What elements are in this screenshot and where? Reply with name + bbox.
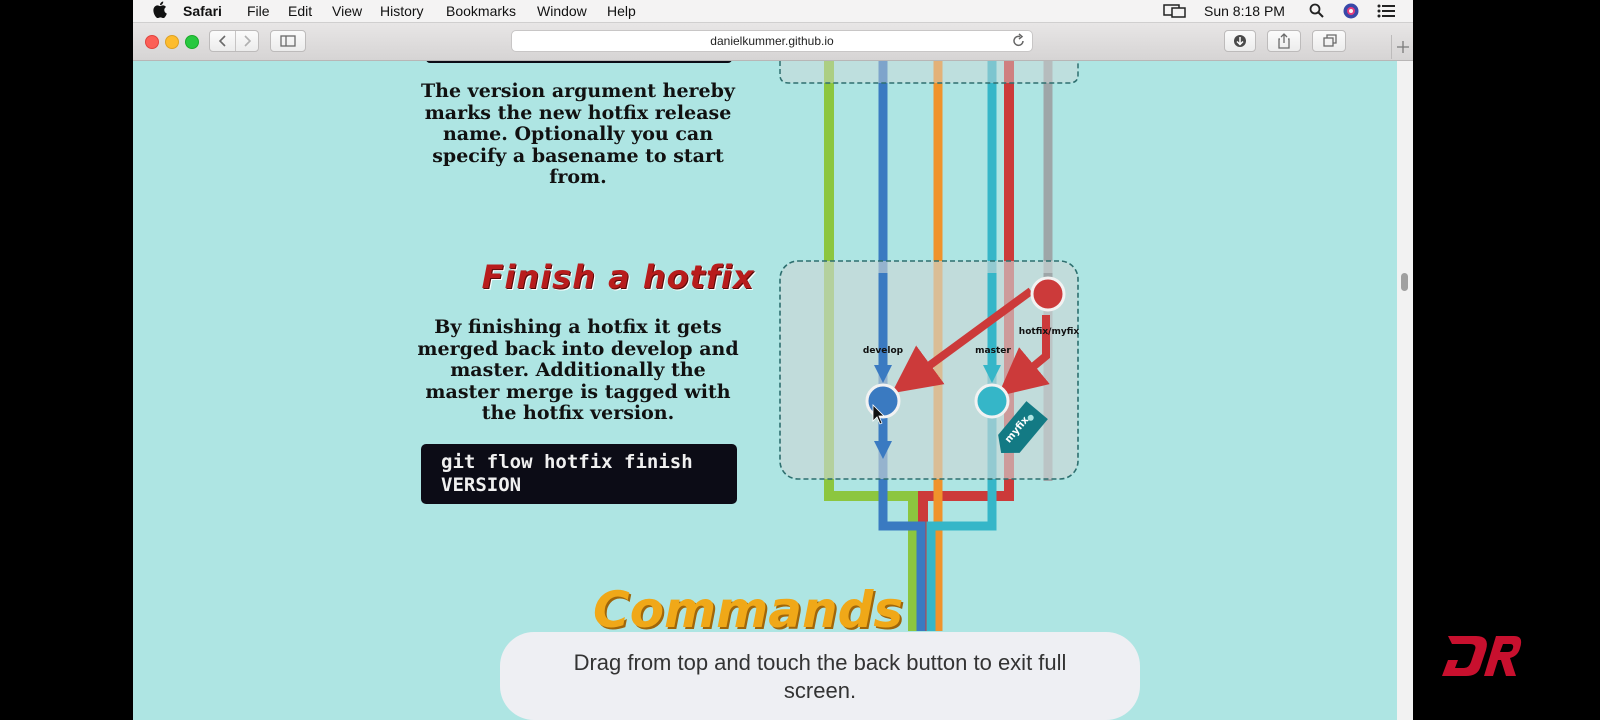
address-url: danielkummer.github.io xyxy=(710,34,834,48)
para-line: specify a basename to start xyxy=(432,144,724,167)
download-icon xyxy=(1234,35,1246,47)
previous-code-box-edge xyxy=(426,61,732,63)
para-line: merged back into develop and xyxy=(417,337,739,360)
menu-file[interactable]: File xyxy=(247,3,270,19)
sidebar-toggle-button[interactable] xyxy=(270,30,306,52)
airplay-display-icon[interactable] xyxy=(1163,4,1187,22)
hotfix-commit-node xyxy=(1030,276,1066,312)
develop-merge-node xyxy=(865,383,901,419)
back-forward-group xyxy=(209,30,259,52)
zoom-window-button[interactable] xyxy=(185,35,199,49)
master-merge-node xyxy=(974,383,1010,419)
back-button[interactable] xyxy=(210,31,236,51)
menu-clock[interactable]: Sun 8:18 PM xyxy=(1204,3,1285,19)
dr-watermark-logo xyxy=(1442,636,1522,676)
para-line: from. xyxy=(549,166,607,188)
code-line: VERSION xyxy=(441,474,522,496)
hotfix-label: hotfix/myfix xyxy=(1019,327,1080,337)
menu-help[interactable]: Help xyxy=(607,3,636,19)
minimize-window-button[interactable] xyxy=(165,35,179,49)
spotlight-search-icon[interactable] xyxy=(1309,3,1324,21)
notification-center-icon[interactable] xyxy=(1377,4,1395,21)
menu-history[interactable]: History xyxy=(380,3,424,19)
para-line: The version argument hereby xyxy=(421,80,735,102)
new-tab-button[interactable] xyxy=(1391,35,1413,59)
menu-view[interactable]: View xyxy=(332,3,362,19)
close-window-button[interactable] xyxy=(145,35,159,49)
para-line: the hotfix version. xyxy=(481,402,675,424)
para-line: master merge is tagged with xyxy=(425,380,731,403)
mac-screen: Safari File Edit View History Bookmarks … xyxy=(133,0,1413,720)
scrollbar-thumb[interactable] xyxy=(1401,273,1408,291)
para-line: marks the new hotfix release xyxy=(424,101,732,124)
safari-toolbar: danielkummer.github.io xyxy=(133,23,1413,61)
address-bar[interactable]: danielkummer.github.io xyxy=(511,30,1033,52)
plus-icon xyxy=(1397,41,1409,53)
toast-line: Drag from top and touch the back button … xyxy=(573,650,1067,675)
forward-button[interactable] xyxy=(235,31,259,51)
master-label: master xyxy=(975,346,1011,356)
menu-app-name[interactable]: Safari xyxy=(183,3,222,19)
reload-icon[interactable] xyxy=(1012,32,1026,56)
finish-command-code-block[interactable]: git flow hotfix finish VERSION xyxy=(421,444,737,504)
user-avatar-icon[interactable] xyxy=(1343,3,1359,22)
page-scrollbar[interactable] xyxy=(1397,61,1413,720)
para-line: master. Additionally the xyxy=(450,359,706,381)
menu-bar: Safari File Edit View History Bookmarks … xyxy=(133,0,1413,23)
fullscreen-hint-toast: Drag from top and touch the back button … xyxy=(500,632,1140,720)
para-line: By finishing a hotfix it gets xyxy=(434,316,722,338)
para-line: name. Optionally you can xyxy=(442,123,714,145)
commands-heading: Commands xyxy=(593,581,904,639)
previous-step-box xyxy=(779,61,1079,84)
finish-hotfix-paragraph: By finishing a hotfix it gets merged bac… xyxy=(403,316,753,425)
sidebar-icon xyxy=(280,35,296,47)
menu-window[interactable]: Window xyxy=(537,3,587,19)
menu-bookmarks[interactable]: Bookmarks xyxy=(446,3,516,19)
share-icon xyxy=(1278,33,1290,49)
toast-line: screen. xyxy=(783,678,857,703)
menu-edit[interactable]: Edit xyxy=(288,3,312,19)
code-line: git flow hotfix finish xyxy=(441,451,693,473)
tab-overview-button[interactable] xyxy=(1312,30,1346,52)
downloads-button[interactable] xyxy=(1224,30,1256,52)
web-content: The version argument hereby marks the ne… xyxy=(133,61,1397,720)
apple-icon[interactable] xyxy=(153,1,167,21)
develop-label: develop xyxy=(863,346,904,356)
tabs-icon xyxy=(1323,34,1337,47)
share-button[interactable] xyxy=(1267,30,1301,52)
version-argument-paragraph: The version argument hereby marks the ne… xyxy=(408,80,748,189)
